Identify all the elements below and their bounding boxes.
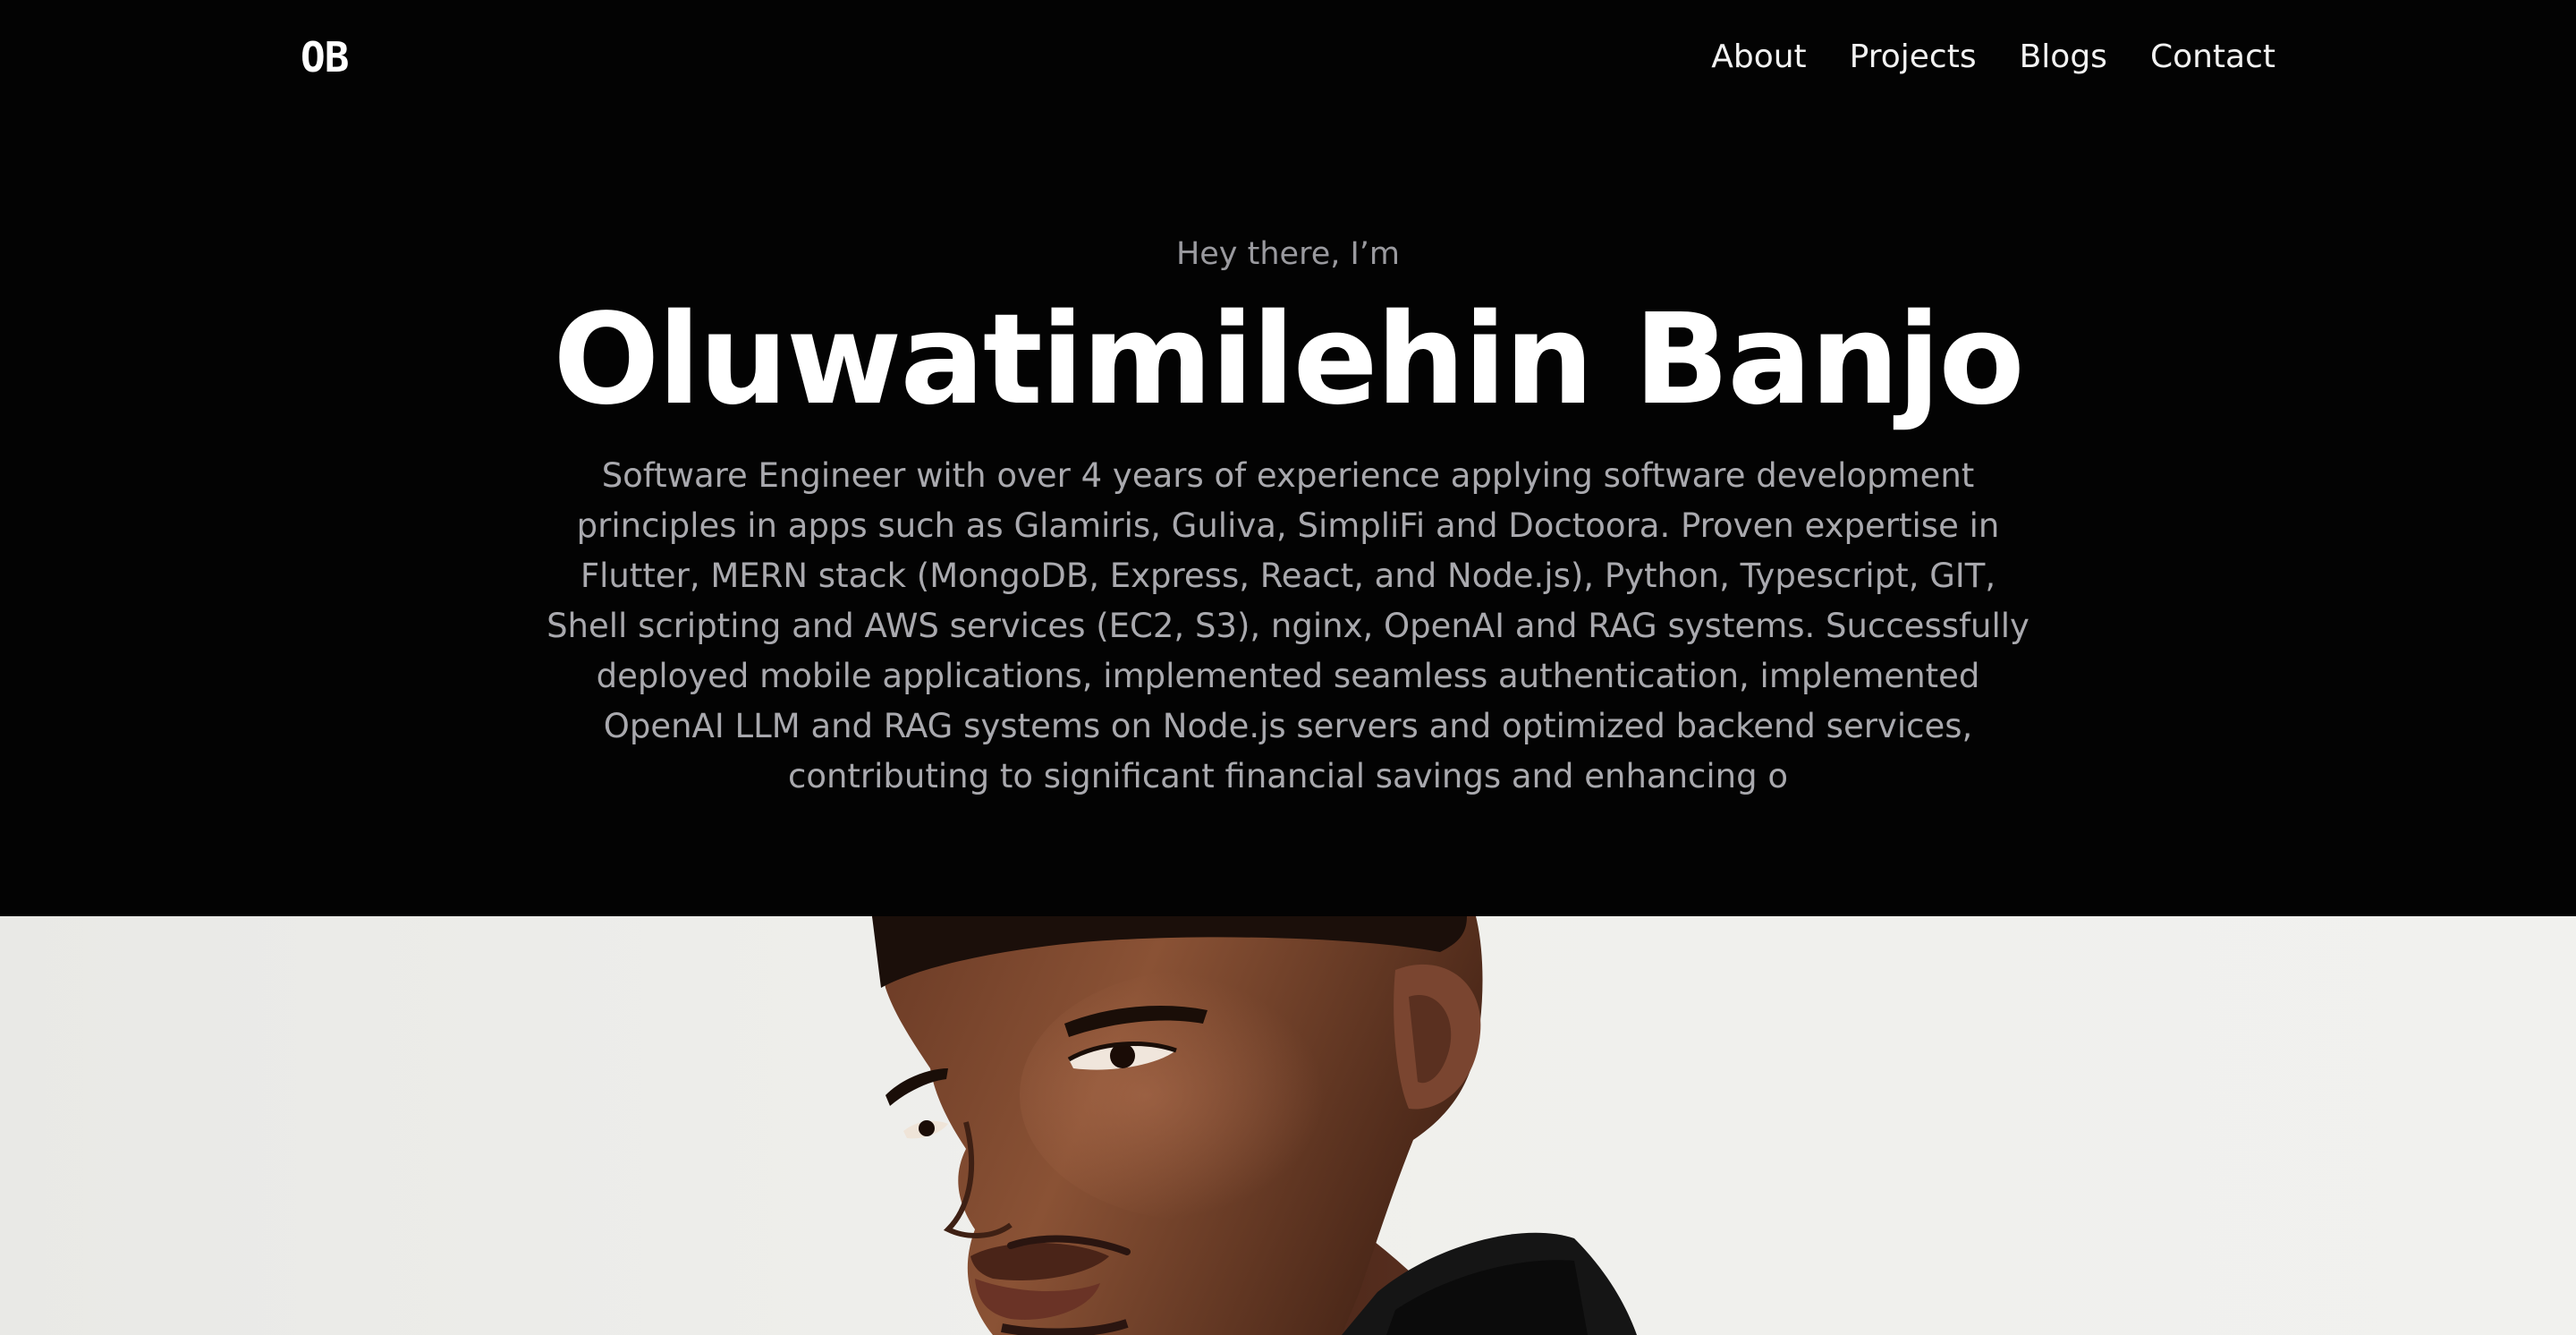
portfolio-page: OB About Projects Blogs Contact Hey ther…: [0, 0, 2576, 1335]
nav-link-about[interactable]: About: [1711, 34, 1806, 81]
portrait-illustration: [872, 916, 1637, 1335]
main-nav: About Projects Blogs Contact: [1711, 34, 2275, 81]
nav-link-contact[interactable]: Contact: [2150, 34, 2275, 81]
nav-link-projects[interactable]: Projects: [1850, 34, 1977, 81]
hero-name: Oluwatimilehin Banjo: [553, 287, 2024, 433]
hero-section: OB About Projects Blogs Contact Hey ther…: [0, 0, 2576, 916]
hero-greeting: Hey there, I’m: [1175, 236, 1401, 272]
hero-bio: Software Engineer with over 4 years of e…: [547, 456, 2029, 795]
nav-link-blogs[interactable]: Blogs: [2020, 34, 2107, 81]
site-logo[interactable]: OB: [301, 30, 349, 84]
portrait-photo: [0, 916, 2576, 1335]
